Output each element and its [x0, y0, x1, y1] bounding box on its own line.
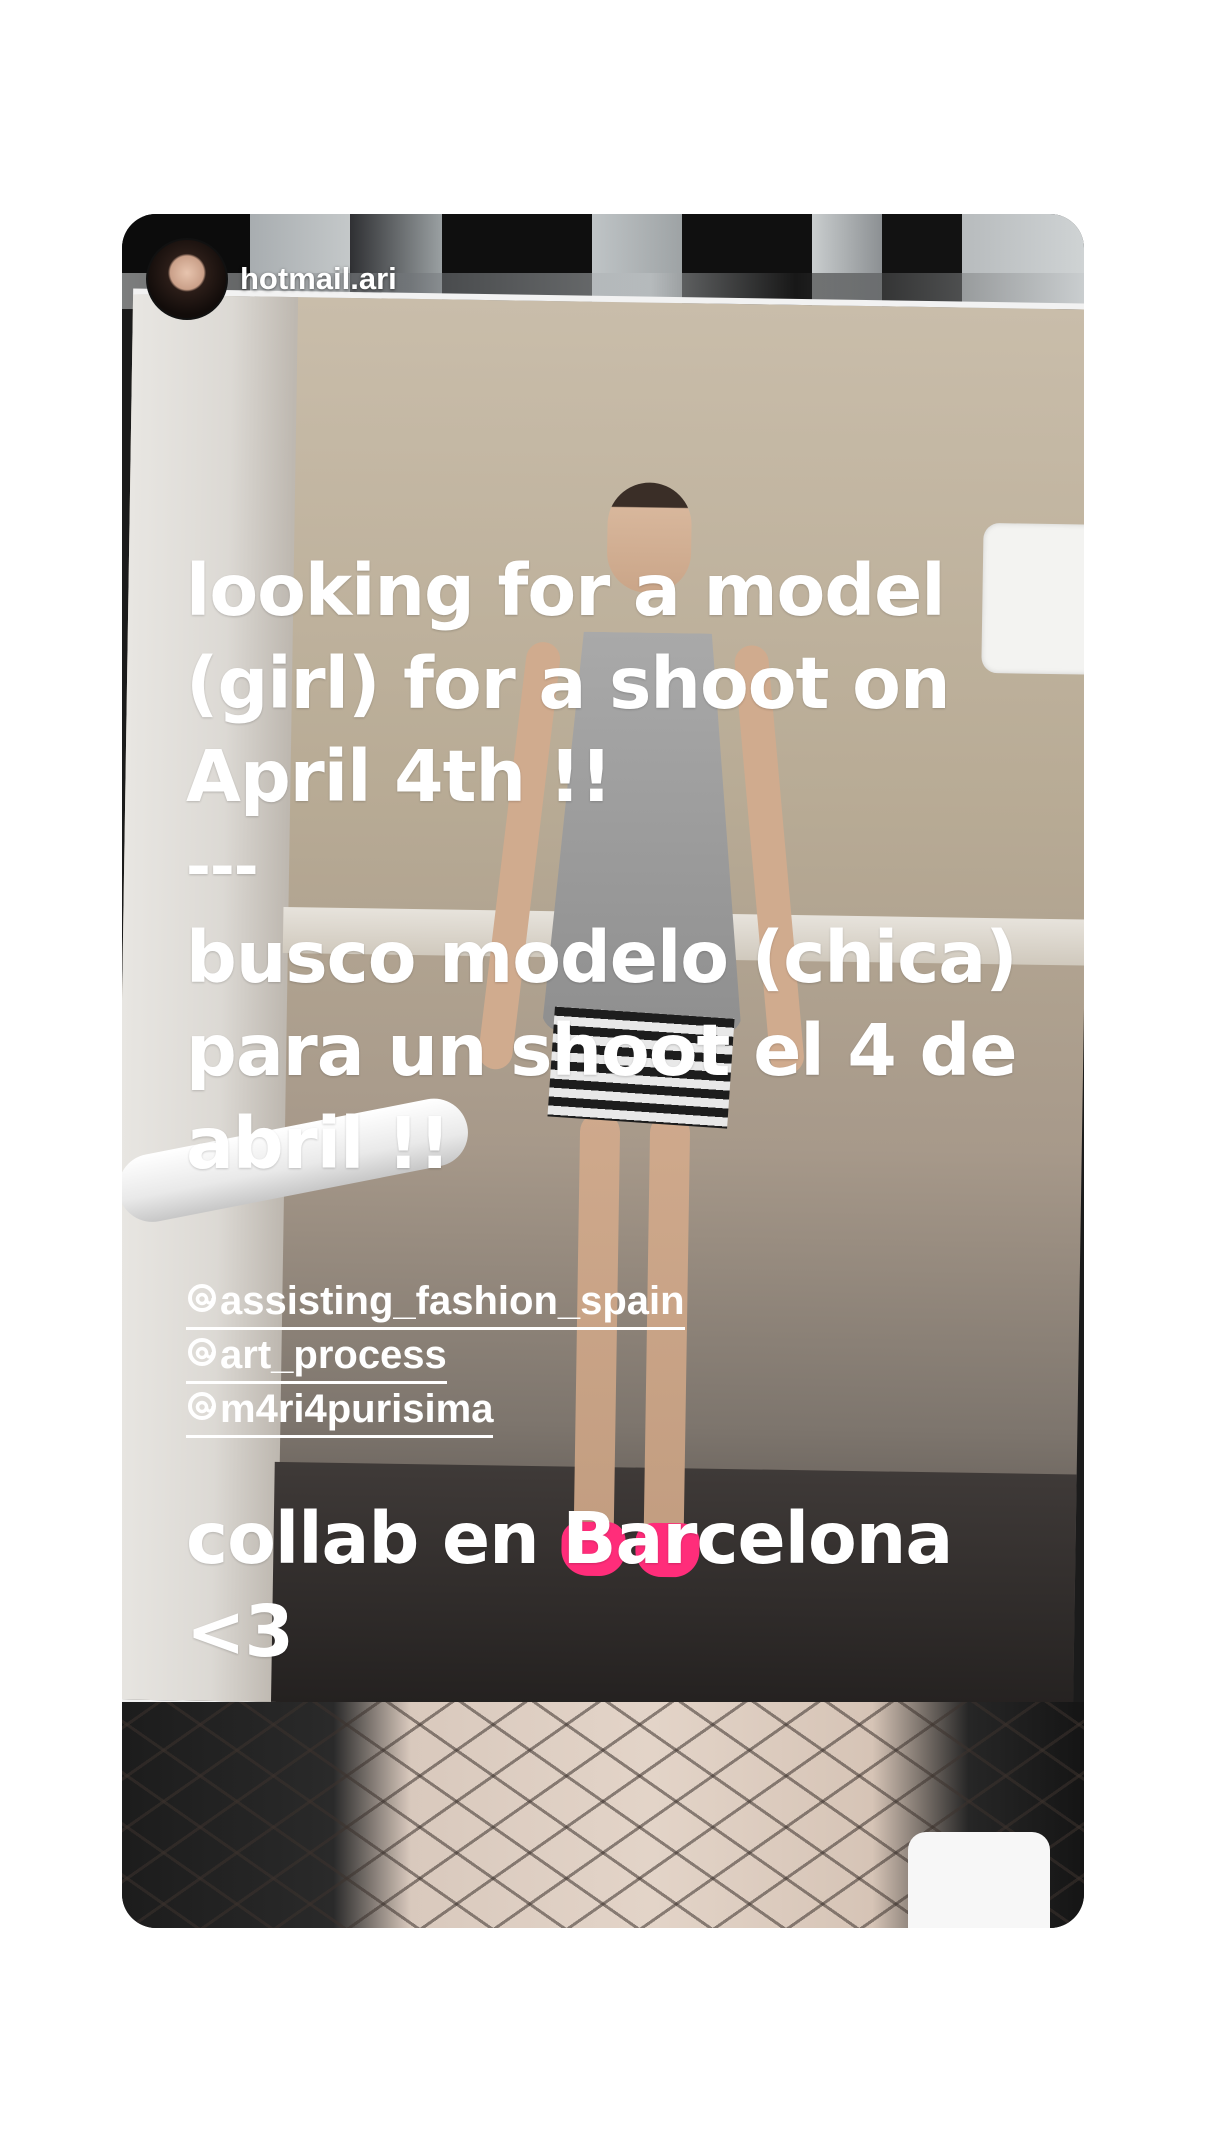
mention-link[interactable]: assisting_fashion_spain	[186, 1276, 1066, 1330]
threads-icon	[188, 1338, 216, 1366]
text-line: busco modelo (chica)	[186, 916, 1018, 999]
closing-line: collab en Barcelona	[186, 1497, 953, 1580]
avatar[interactable]	[146, 238, 228, 320]
threads-icon	[188, 1284, 216, 1312]
text-line: abril !!	[186, 1102, 451, 1185]
username[interactable]: hotmail.ari	[240, 261, 397, 297]
separator-line: ---	[186, 832, 259, 902]
closing-line: <3	[186, 1590, 294, 1673]
mention-link[interactable]: m4ri4purisima	[186, 1384, 1066, 1438]
story-text-overlay: looking for a model (girl) for a shoot o…	[186, 544, 1066, 1678]
closing-text: collab en Barcelona <3	[186, 1492, 1066, 1678]
threads-icon	[188, 1392, 216, 1420]
mention-handle[interactable]: art_process	[220, 1333, 447, 1377]
text-line: looking for a model	[186, 549, 946, 632]
story-card[interactable]: hotmail.ari looking for a model (girl) f…	[122, 214, 1084, 1928]
bottom-box	[908, 1832, 1050, 1928]
story-header[interactable]: hotmail.ari	[146, 236, 397, 322]
text-line: April 4th !!	[186, 735, 613, 818]
mention-handle[interactable]: assisting_fashion_spain	[220, 1279, 685, 1323]
mention-handle[interactable]: m4ri4purisima	[220, 1387, 493, 1431]
mention-link[interactable]: art_process	[186, 1330, 1066, 1384]
text-line: (girl) for a shoot on	[186, 642, 951, 725]
bottom-photo	[122, 1702, 1084, 1928]
text-line: para un shoot el 4 de	[186, 1009, 1018, 1092]
mentions-list: assisting_fashion_spain art_process m4ri…	[186, 1276, 1066, 1438]
